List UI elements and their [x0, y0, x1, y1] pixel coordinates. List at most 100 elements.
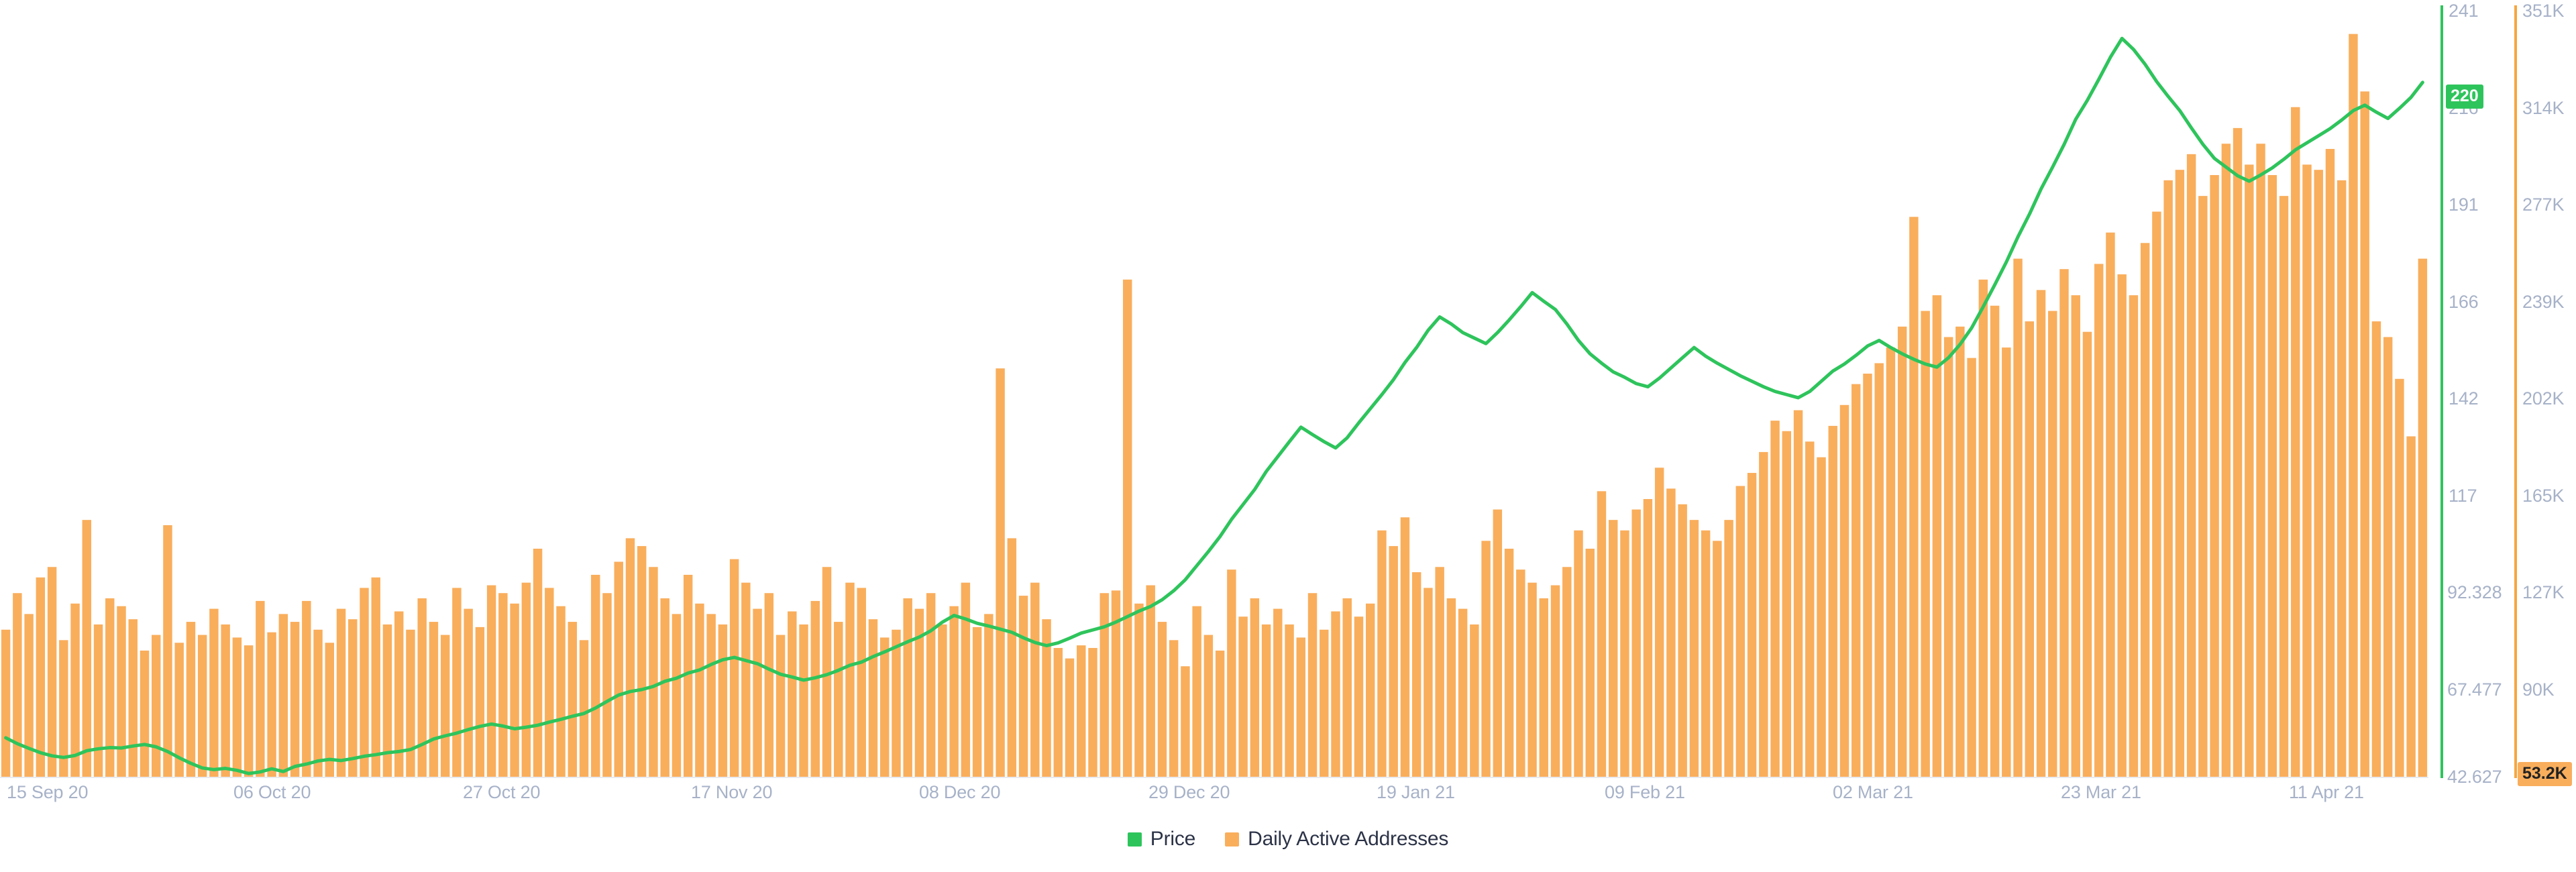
bar: [2186, 154, 2196, 778]
bar: [2291, 107, 2300, 778]
bar: [1631, 509, 1641, 778]
bar: [1805, 441, 1815, 778]
bar: [614, 561, 623, 778]
bar: [521, 582, 531, 778]
bar: [892, 629, 901, 778]
axis-tick-label: 351K: [2522, 1, 2565, 21]
bar: [533, 549, 543, 778]
axis-tick-label: 42.627: [2447, 767, 2502, 787]
bar: [1793, 410, 1803, 778]
bar: [2025, 321, 2035, 778]
plot-area[interactable]: [0, 0, 2428, 778]
bar: [753, 608, 762, 778]
bar: [1643, 498, 1653, 778]
bar: [475, 626, 485, 778]
bar: [290, 622, 300, 778]
bar: [2256, 144, 2265, 778]
bar: [660, 598, 669, 778]
bar: [961, 582, 971, 778]
axis-tick-label: 166: [2449, 292, 2479, 312]
bar: [1238, 616, 1248, 778]
bar: [1285, 624, 1294, 778]
bar: [1828, 425, 1837, 778]
bar: [2129, 295, 2139, 778]
bar: [464, 608, 473, 778]
bar: [2140, 243, 2150, 778]
bar: [810, 600, 820, 778]
axis-tick-label: 127K: [2522, 582, 2565, 602]
x-axis-tick-label: 09 Feb 21: [1605, 782, 1685, 802]
legend-item-price[interactable]: Price: [1127, 829, 1195, 849]
bar: [1458, 608, 1468, 778]
bar: [926, 593, 936, 778]
axis-tick-label: 202K: [2522, 388, 2565, 408]
bar: [1077, 645, 1086, 778]
bar: [1157, 622, 1167, 778]
bar: [1181, 666, 1190, 778]
bar: [1250, 598, 1260, 778]
chart-legend: Price Daily Active Addresses: [0, 829, 2576, 849]
bar: [1203, 635, 1214, 778]
bar: [1192, 606, 1201, 778]
bar: [938, 624, 947, 778]
bar: [1331, 611, 1340, 778]
axis-tick-label: 191: [2449, 195, 2479, 215]
bar: [1921, 311, 1930, 778]
bar: [2383, 337, 2393, 778]
bar: [775, 635, 786, 778]
bar: [1365, 603, 1375, 778]
axis-tick-label: 92.328: [2447, 582, 2502, 602]
bar: [486, 585, 496, 778]
bar: [47, 567, 57, 778]
bar: [13, 593, 22, 778]
axis-tick-label: 277K: [2522, 195, 2565, 215]
bar: [105, 598, 115, 778]
bar: [1099, 593, 1109, 778]
chart-canvas: [1, 34, 2428, 778]
x-axis-tick-label: 27 Oct 20: [463, 782, 541, 802]
legend-label: Daily Active Addresses: [1248, 828, 1449, 850]
legend-swatch-icon: [1127, 832, 1142, 847]
bar: [24, 614, 34, 778]
bar: [1446, 598, 1456, 778]
axis-tick-label: 239K: [2522, 292, 2565, 312]
bar: [417, 598, 427, 778]
bar: [1943, 337, 1953, 778]
bar: [2082, 331, 2092, 778]
bar: [1909, 217, 1919, 778]
bar: [1654, 468, 1664, 778]
bar: [1435, 567, 1444, 778]
bar: [568, 622, 578, 778]
bar: [221, 624, 230, 778]
bar: [1377, 530, 1387, 778]
x-axis-tick-label: 29 Dec 20: [1148, 782, 1230, 802]
bar: [1701, 530, 1711, 778]
bar: [2279, 196, 2289, 778]
bar: [706, 614, 716, 778]
bar: [949, 606, 959, 778]
axis-tick-label: 90K: [2522, 679, 2555, 700]
bar: [1261, 624, 1271, 778]
bar: [2175, 170, 2185, 778]
bar: [151, 635, 161, 778]
bar: [2048, 311, 2057, 778]
bar: [1411, 572, 1421, 778]
legend-item-daily-active-addresses[interactable]: Daily Active Addresses: [1225, 829, 1448, 849]
bar: [1713, 541, 1722, 778]
axis-tick-label: 142: [2449, 388, 2479, 408]
bar: [1562, 567, 1572, 778]
bar: [637, 546, 647, 778]
axis-tick-label: 165K: [2522, 486, 2565, 506]
bar: [2337, 180, 2347, 778]
bar: [2036, 290, 2046, 778]
daily-active-addresses-axis-line: [2514, 5, 2517, 778]
axis-tick-label: 314K: [2522, 98, 2565, 118]
bar: [93, 624, 103, 778]
bar: [741, 582, 751, 778]
bar: [672, 614, 682, 778]
bar: [371, 577, 380, 778]
bar: [2267, 174, 2277, 778]
bar: [788, 611, 797, 778]
bar: [128, 619, 138, 778]
bar: [82, 520, 92, 778]
